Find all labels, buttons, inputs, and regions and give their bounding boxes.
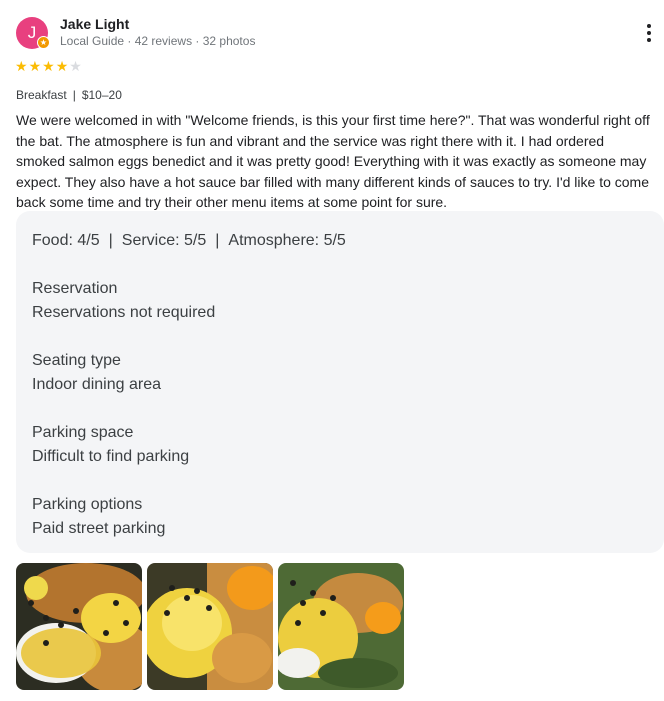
detail-label: Parking space [32, 424, 134, 441]
avatar-initial: J [27, 23, 37, 42]
reviewer-name[interactable]: Jake Light [60, 16, 129, 32]
star-filled-icon: ★ [28, 58, 42, 74]
review-details-panel: Food: 4/5 | Service: 5/5 | Atmosphere: 5/5 R… [16, 211, 664, 553]
star-empty-icon: ★ [69, 58, 82, 74]
detail-value: Reservations not required [32, 304, 216, 321]
detail-reservation: Reservation Reservations not required [32, 277, 648, 325]
sub-ratings: Food: 4/5 | Service: 5/5 | Atmosphere: 5/5 [32, 232, 346, 249]
detail-value: Indoor dining area [32, 376, 161, 393]
review-photo-2[interactable] [147, 563, 273, 690]
detail-value: Paid street parking [32, 520, 166, 537]
detail-parking-space: Parking space Difficult to find parking [32, 421, 648, 469]
star-rating: ★ ★ ★ ★ ★ [15, 58, 82, 74]
atmosphere-rating: Atmosphere: 5/5 [228, 232, 346, 249]
review-tags: Breakfast | $10–20 [16, 88, 122, 102]
reviewer-meta[interactable]: Local Guide · 42 reviews · 32 photos [60, 34, 255, 48]
price-range-tag: $10–20 [81, 88, 122, 102]
star-filled-icon: ★ [15, 58, 28, 74]
star-filled-icon: ★ [42, 58, 55, 74]
detail-value: Difficult to find parking [32, 448, 190, 465]
review-text: We were welcomed in with "Welcome friend… [16, 112, 650, 210]
star-filled-icon: ★ [55, 58, 69, 74]
more-vert-icon[interactable] [642, 21, 656, 45]
detail-parking-options: Parking options Paid street parking [32, 493, 648, 541]
review-photo-1[interactable] [16, 563, 142, 690]
detail-label: Reservation [32, 280, 118, 297]
detail-label: Parking options [32, 496, 143, 513]
meal-type-tag: Breakfast [16, 88, 67, 102]
service-rating: Service: 5/5 [121, 232, 207, 249]
food-rating: Food: 4/5 [32, 232, 100, 249]
detail-seating-type: Seating type Indoor dining area [32, 349, 648, 397]
review-header: J ★ Jake Light Local Guide · 42 reviews … [16, 16, 656, 50]
detail-label: Seating type [32, 352, 121, 369]
review-photos [16, 563, 404, 690]
local-guide-star-icon: ★ [37, 36, 50, 49]
review-photo-3[interactable] [278, 563, 404, 690]
